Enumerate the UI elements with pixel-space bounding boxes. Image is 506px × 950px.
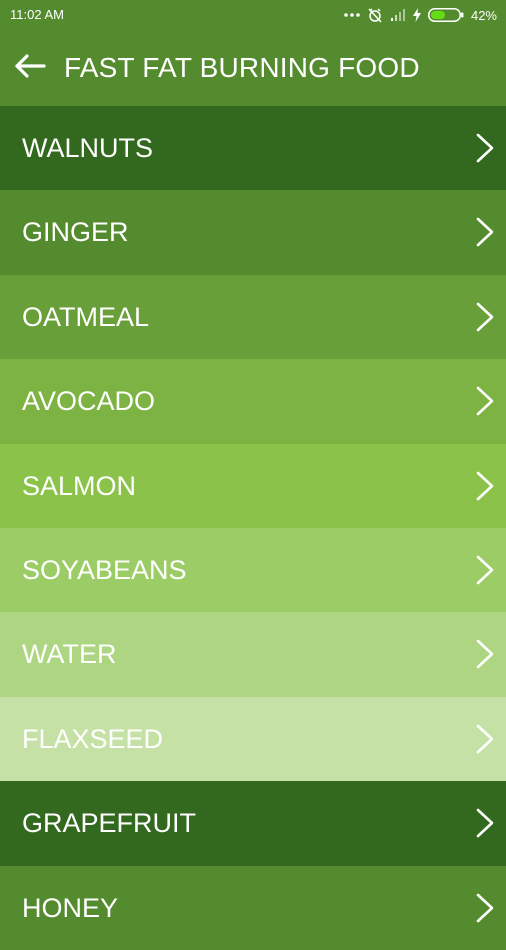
list-item[interactable]: GRAPEFRUIT — [0, 781, 506, 866]
more-dots-icon — [344, 12, 360, 18]
back-button[interactable] — [10, 48, 50, 88]
chevron-right-icon — [474, 385, 496, 417]
list-item[interactable]: AVOCADO — [0, 359, 506, 444]
chevron-right-icon — [474, 470, 496, 502]
list-item-label: OATMEAL — [22, 301, 150, 332]
list-item-label: HONEY — [22, 892, 119, 923]
chevron-right-icon — [474, 638, 496, 670]
list-item[interactable]: WALNUTS — [0, 106, 506, 191]
chevron-right-icon — [474, 723, 496, 755]
chevron-right-icon — [474, 132, 496, 164]
signal-icon — [390, 8, 406, 22]
list-item-label: SALMON — [22, 470, 137, 501]
chevron-right-icon — [474, 807, 496, 839]
list-item-label: WATER — [22, 639, 117, 670]
charging-icon — [412, 8, 421, 22]
list-item-label: GINGER — [22, 217, 129, 248]
battery-percentage: 42% — [470, 7, 497, 23]
list-item-label: GRAPEFRUIT — [22, 808, 197, 839]
list-item[interactable]: WATER — [0, 612, 506, 697]
status-time: 11:02 AM — [10, 7, 64, 22]
chevron-right-icon — [474, 216, 496, 248]
list-item[interactable]: HONEY — [0, 865, 506, 950]
status-icons: 42% — [344, 5, 497, 25]
list-item-label: SOYABEANS — [22, 554, 187, 585]
list-item[interactable]: GINGER — [0, 190, 506, 275]
alarm-off-icon — [367, 7, 383, 23]
page-title: FAST FAT BURNING FOOD — [64, 52, 420, 83]
list-item[interactable]: SOYABEANS — [0, 527, 506, 613]
list-item[interactable]: SALMON — [0, 443, 506, 528]
list-item-label: FLAXSEED — [22, 723, 164, 754]
chevron-right-icon — [474, 554, 496, 586]
back-arrow-icon — [14, 53, 46, 83]
battery-icon — [427, 8, 464, 22]
chevron-right-icon — [474, 301, 496, 333]
chevron-right-icon — [474, 892, 496, 924]
list-item-label: AVOCADO — [22, 386, 156, 417]
list-item[interactable]: OATMEAL — [0, 274, 506, 360]
app-bar: FAST FAT BURNING FOOD — [0, 30, 506, 106]
status-bar: 11:02 AM 42% — [0, 0, 506, 30]
list-item-label: WALNUTS — [22, 133, 154, 163]
list-item[interactable]: FLAXSEED — [0, 696, 506, 782]
food-list: WALNUTS GINGER OATMEAL AVOCADO SALMON SOYABEA… — [0, 106, 506, 950]
